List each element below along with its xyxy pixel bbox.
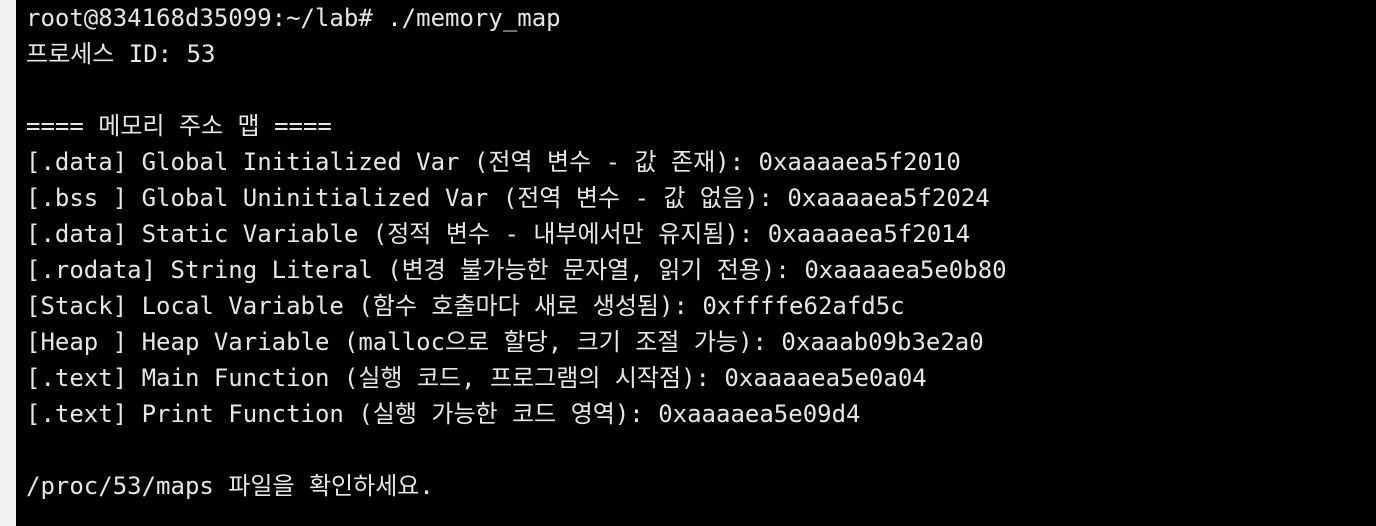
memory-entry-stack-local: [Stack] Local Variable (함수 호출마다 새로 생성됨):… bbox=[26, 292, 905, 320]
footer-message: /proc/53/maps 파일을 확인하세요. bbox=[26, 472, 434, 500]
terminal-window[interactable]: root@834168d35099:~/lab# ./memory_map 프로… bbox=[16, 0, 1376, 526]
memory-entry-text-main: [.text] Main Function (실행 코드, 프로그램의 시작점)… bbox=[26, 364, 927, 392]
process-id-line: 프로세스 ID: 53 bbox=[26, 40, 216, 68]
terminal-output[interactable]: root@834168d35099:~/lab# ./memory_map 프로… bbox=[26, 0, 1376, 526]
memory-entry-data-global: [.data] Global Initialized Var (전역 변수 - … bbox=[26, 148, 961, 176]
memory-entry-text-print: [.text] Print Function (실행 가능한 코드 영역): 0… bbox=[26, 400, 861, 428]
command-prompt-line: root@834168d35099:~/lab# ./memory_map bbox=[26, 4, 561, 32]
memory-entry-bss-global: [.bss ] Global Uninitialized Var (전역 변수 … bbox=[26, 184, 990, 212]
memory-map-header: ==== 메모리 주소 맵 ==== bbox=[26, 112, 332, 140]
memory-entry-data-static: [.data] Static Variable (정적 변수 - 내부에서만 유… bbox=[26, 220, 971, 248]
memory-entry-rodata-string: [.rodata] String Literal (변경 불가능한 문자열, 읽… bbox=[26, 256, 1007, 284]
memory-entry-heap-variable: [Heap ] Heap Variable (malloc으로 할당, 크기 조… bbox=[26, 328, 984, 356]
